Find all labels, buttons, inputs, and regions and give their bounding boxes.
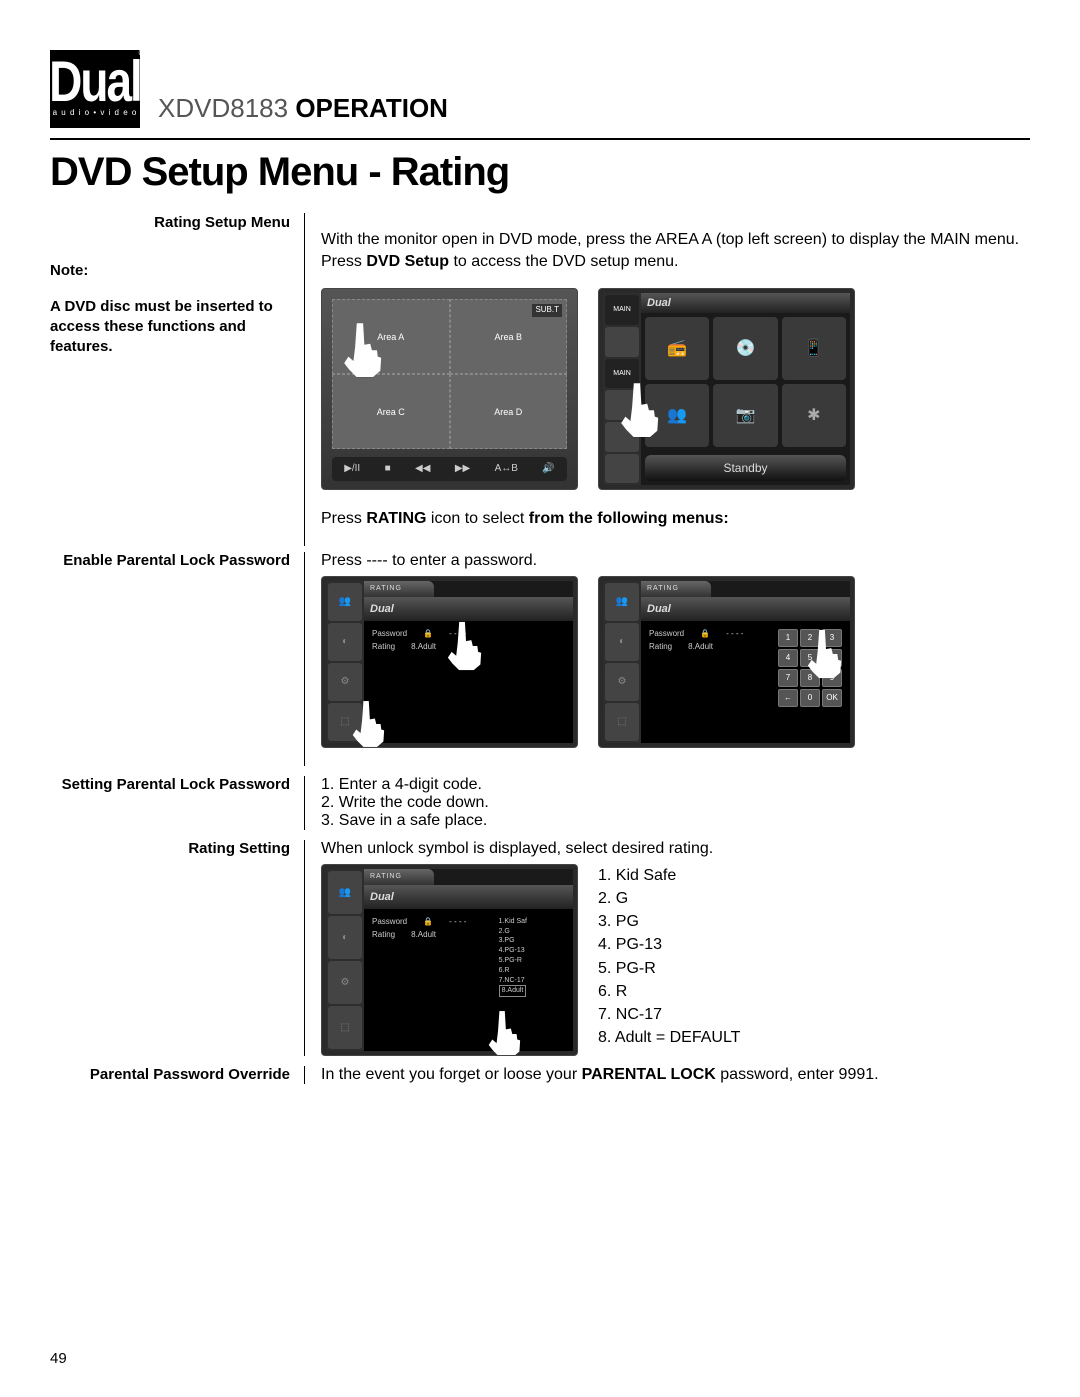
divider: [50, 138, 1030, 140]
page-number: 49: [50, 1350, 67, 1367]
subtitle-tag: SUB.T: [531, 303, 563, 318]
device-icon: 📱: [782, 317, 846, 380]
side-btn: ◐: [605, 623, 639, 661]
rating-label: Rating: [372, 930, 395, 939]
device-logo: Dual: [370, 603, 394, 615]
key-back: ←: [778, 689, 798, 707]
rating-value: 8.Adult: [688, 642, 713, 651]
setting-steps: 1. Enter a 4-digit code. 2. Write the co…: [321, 776, 1030, 830]
rating-tab: RATING: [641, 581, 711, 597]
device-logo: Dual: [647, 296, 671, 311]
password-label: Password: [372, 629, 407, 638]
label-rating-setup: Rating Setup Menu: [50, 213, 290, 233]
list-item: 5. PG-R: [598, 957, 740, 980]
camera-icon: 📷: [713, 384, 777, 447]
key-2: 2: [800, 629, 820, 647]
key-7: 7: [778, 669, 798, 687]
radio-icon: 📻: [645, 317, 709, 380]
list-item: 7. NC-17: [598, 1003, 740, 1026]
rating-setting-text: When unlock symbol is displayed, select …: [321, 840, 713, 857]
note-heading: Note:: [50, 261, 290, 281]
logo-text: Dual: [49, 56, 141, 108]
label-setting-parental: Setting Parental Lock Password: [50, 776, 305, 830]
side-btn: ⚙: [605, 663, 639, 701]
section-name: OPERATION: [295, 93, 448, 123]
note-body: A DVD disc must be inserted to access th…: [50, 297, 290, 358]
lock-icon: [423, 917, 433, 926]
key-0: 0: [800, 689, 820, 707]
enable-text: Press ---- to enter a password.: [321, 552, 537, 569]
press-rating-line: Press RATING icon to select from the fol…: [321, 508, 1030, 530]
list-item: 3. PG: [598, 910, 740, 933]
side-btn: ⬚: [605, 703, 639, 741]
side-slot: [605, 454, 639, 484]
playback-controls: ▶/II ■ ◀◀ ▶▶ A↔B 🔊: [332, 457, 567, 481]
side-btn: ◐: [328, 916, 362, 959]
area-c: Area C: [332, 374, 450, 449]
forward-icon: ▶▶: [455, 462, 470, 476]
side-btn: 👥: [328, 583, 362, 621]
list-item: 1. Kid Safe: [598, 864, 740, 887]
rating-options-popup: 1.Kid Saf 2.G 3.PG 4.PG-13 5.PG-R 6.R 7.…: [499, 917, 527, 997]
side-btn: 👥: [605, 583, 639, 621]
key-ok: OK: [822, 689, 842, 707]
override-text: In the event you forget or loose your PA…: [321, 1066, 1030, 1084]
rating-value: 8.Adult: [411, 642, 436, 651]
rating-label: Rating: [649, 642, 672, 651]
key-1: 1: [778, 629, 798, 647]
rating-tab: RATING: [364, 581, 434, 597]
rewind-icon: ◀◀: [415, 462, 430, 476]
label-rating-setting: Rating Setting: [50, 840, 305, 1056]
screenshot-rating-list: ✱ 👥 ◐ ⚙ ⬚ RATING Dual Password- -: [321, 864, 578, 1056]
area-d: Area D: [450, 374, 568, 449]
password-dashes: - - - -: [449, 917, 466, 926]
stop-icon: ■: [385, 462, 391, 476]
side-slot: [605, 327, 639, 357]
model-number: XDVD8183: [158, 93, 288, 123]
list-item: 6. R: [598, 980, 740, 1003]
device-logo: Dual: [647, 603, 671, 615]
password-label: Password: [649, 629, 684, 638]
side-btn: ◐: [328, 623, 362, 661]
rating-levels-list: 1. Kid Safe 2. G 3. PG 4. PG-13 5. PG-R …: [598, 864, 740, 1050]
key-4: 4: [778, 649, 798, 667]
side-btn: 👥: [328, 871, 362, 914]
screenshot-dvd-areas: Area A Area B Area C Area D SUB.T ▶/II ■…: [321, 288, 578, 490]
ab-repeat-icon: A↔B: [495, 462, 518, 476]
main-tab: MAIN: [605, 295, 639, 325]
rating-tab: RATING: [364, 869, 434, 885]
label-enable-parental: Enable Parental Lock Password: [50, 552, 305, 766]
standby-button: Standby: [645, 455, 846, 481]
lock-icon: [700, 629, 710, 638]
page-title: DVD Setup Menu - Rating: [50, 150, 1030, 195]
volume-icon: 🔊: [542, 462, 554, 476]
side-btn: ⚙: [328, 663, 362, 701]
password-label: Password: [372, 917, 407, 926]
lock-icon: [423, 629, 433, 638]
rating-value: 8.Adult: [411, 930, 436, 939]
intro-paragraph: With the monitor open in DVD mode, press…: [321, 229, 1030, 272]
brand-logo: ® Dual a u d i o • v i d e o: [50, 50, 140, 128]
play-pause-icon: ▶/II: [344, 462, 360, 476]
list-item: 4. PG-13: [598, 933, 740, 956]
bluetooth-tile-icon: ✱: [782, 384, 846, 447]
side-btn: ⚙: [328, 961, 362, 1004]
device-logo: Dual: [370, 891, 394, 903]
list-item: 8. Adult = DEFAULT: [598, 1026, 740, 1049]
list-item: 2. G: [598, 887, 740, 910]
screenshot-main-menu: ✱ MAIN MAIN Dual: [598, 288, 855, 490]
rating-label: Rating: [372, 642, 395, 651]
password-dashes: - - - -: [726, 629, 743, 638]
screenshot-rating-password: ✱ 👥 ◐ ⚙ ⬚ RATING Dual Password- -: [321, 576, 578, 748]
header-title: XDVD8183 OPERATION: [158, 93, 448, 124]
screenshot-rating-keypad: ✱ 👥 ◐ ⚙ ⬚ RATING Dual Password- -: [598, 576, 855, 748]
disc-icon: 💿: [713, 317, 777, 380]
label-override: Parental Password Override: [50, 1066, 305, 1084]
side-btn: ⬚: [328, 1006, 362, 1049]
